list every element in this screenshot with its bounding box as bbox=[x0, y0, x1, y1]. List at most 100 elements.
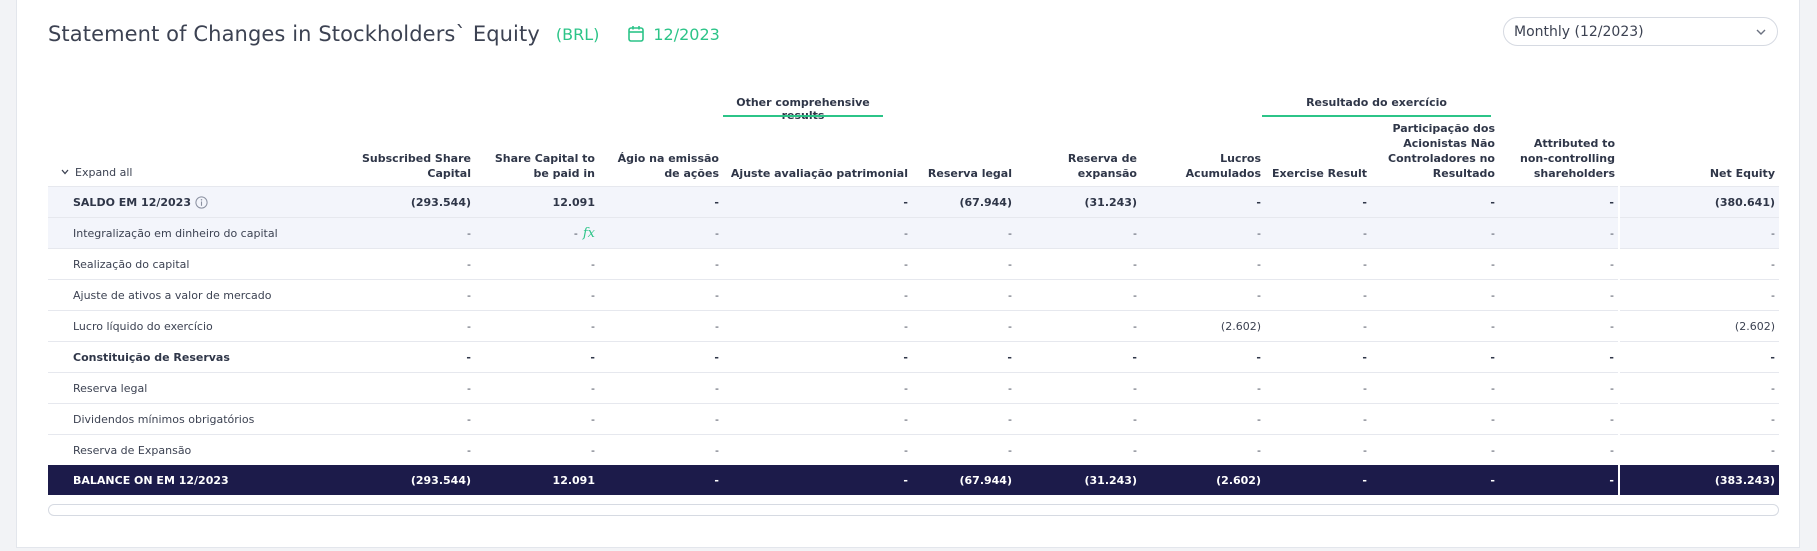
cell-value: (2.602) bbox=[1220, 319, 1261, 333]
row-label: Constituição de Reservas bbox=[48, 341, 352, 373]
cell-value: - bbox=[1610, 381, 1614, 395]
cell-value: - bbox=[1257, 443, 1261, 457]
cell-value: - bbox=[1609, 195, 1614, 209]
cell-value: - bbox=[1771, 226, 1775, 240]
period-select[interactable]: Monthly (12/2023) bbox=[1503, 17, 1778, 46]
table-cell: - bbox=[1371, 372, 1499, 404]
table-cell: - bbox=[599, 372, 723, 404]
column-header: Share Capital to be paid in bbox=[494, 152, 595, 180]
table-cell: - bbox=[1371, 217, 1499, 249]
table-cell: - bbox=[1618, 341, 1779, 373]
table-row: SALDO EM 12/2023 (293.544) 12.091 - - (67.944… bbox=[48, 186, 1779, 218]
table-cell: - bbox=[1371, 434, 1499, 465]
table-cell: 12.091 bbox=[475, 465, 599, 495]
cell-value: - bbox=[1007, 350, 1012, 364]
cell-value: - bbox=[1490, 473, 1495, 487]
table-cell: - bbox=[1141, 403, 1265, 435]
cell-value: - bbox=[591, 257, 595, 271]
column-header: Attributed to non-controlling shareholde… bbox=[1520, 137, 1615, 180]
row-label: Integralização em dinheiro do capital bbox=[48, 217, 352, 249]
table-cell: - bbox=[475, 372, 599, 404]
row-label: Reserva de Expansão bbox=[48, 434, 352, 465]
table-cell: - bbox=[475, 310, 599, 342]
expand-all-toggle[interactable]: Expand all bbox=[48, 117, 352, 187]
cell-value: - bbox=[1362, 195, 1367, 209]
cell-value: 12.091 bbox=[552, 195, 595, 209]
cell-value: - bbox=[1363, 319, 1367, 333]
cell-value: - bbox=[714, 195, 719, 209]
table-cell: - bbox=[1371, 465, 1499, 495]
cell-value: - bbox=[1771, 443, 1775, 457]
expand-all-label: Expand all bbox=[75, 165, 133, 179]
cell-value: - bbox=[467, 226, 471, 240]
cell-value: - bbox=[1771, 381, 1775, 395]
cell-value: - bbox=[591, 288, 595, 302]
table-cell: - bbox=[599, 279, 723, 311]
row-label-text: Realização do capital bbox=[73, 257, 190, 271]
table-cell: - bbox=[352, 372, 475, 404]
table-cell: - bbox=[1016, 248, 1141, 280]
cell-value: - bbox=[904, 319, 908, 333]
table-cell: - bbox=[723, 310, 912, 342]
period-select-value: Monthly (12/2023) bbox=[1514, 23, 1644, 40]
table-cell: - bbox=[1016, 279, 1141, 311]
cell-value: - bbox=[904, 288, 908, 302]
row-label-text: Constituição de Reservas bbox=[73, 350, 230, 364]
formula-icon[interactable]: fx bbox=[583, 226, 595, 241]
table-cell: - bbox=[1371, 279, 1499, 311]
cell-value: - bbox=[1133, 257, 1137, 271]
table-row: Dividendos mínimos obrigatórios - - - - - - - - -… bbox=[48, 403, 1779, 435]
horizontal-scrollbar[interactable] bbox=[48, 504, 1779, 516]
table-cell: - bbox=[1265, 186, 1371, 218]
cell-value: - bbox=[1610, 288, 1614, 302]
date-picker[interactable]: 12/2023 bbox=[627, 24, 720, 44]
table-cell: - bbox=[912, 403, 1016, 435]
info-icon[interactable] bbox=[195, 195, 208, 209]
table-cell: - bbox=[1016, 372, 1141, 404]
cell-value: - bbox=[573, 226, 578, 240]
cell-value: - bbox=[1610, 443, 1614, 457]
table-cell: - bbox=[1371, 341, 1499, 373]
cell-value: - bbox=[1133, 412, 1137, 426]
cell-value: - bbox=[1491, 288, 1495, 302]
table-cell: - bbox=[1265, 217, 1371, 249]
table-cell: - bbox=[1265, 434, 1371, 465]
table-cell: - bbox=[723, 217, 912, 249]
table-row: Integralização em dinheiro do capital - - f… bbox=[48, 217, 1779, 249]
cell-value: - bbox=[1609, 350, 1614, 364]
row-label-text: BALANCE ON EM 12/2023 bbox=[73, 473, 229, 487]
table-cell: (67.944) bbox=[912, 186, 1016, 218]
cell-value: (67.944) bbox=[959, 195, 1012, 209]
table-cell: - bbox=[1371, 248, 1499, 280]
table-cell: - fx bbox=[475, 217, 599, 249]
cell-value: - bbox=[1491, 412, 1495, 426]
cell-value: - bbox=[715, 226, 719, 240]
date-label: 12/2023 bbox=[653, 24, 720, 44]
cell-value: - bbox=[1008, 319, 1012, 333]
table-cell: - bbox=[1265, 248, 1371, 280]
cell-value: - bbox=[467, 443, 471, 457]
cell-value: - bbox=[1363, 288, 1367, 302]
cell-value: - bbox=[1770, 350, 1775, 364]
cell-value: (380.641) bbox=[1714, 195, 1775, 209]
cell-value: - bbox=[1363, 226, 1367, 240]
cell-value: - bbox=[904, 381, 908, 395]
table-cell: - bbox=[352, 310, 475, 342]
table-cell: - bbox=[1265, 465, 1371, 495]
row-label: SALDO EM 12/2023 bbox=[48, 186, 352, 218]
row-label: Lucro líquido do exercício bbox=[48, 310, 352, 342]
cell-value: - bbox=[903, 473, 908, 487]
cell-value: - bbox=[1610, 226, 1614, 240]
cell-value: (293.544) bbox=[410, 473, 471, 487]
table-cell: - bbox=[1499, 403, 1619, 435]
cell-value: - bbox=[1257, 381, 1261, 395]
cell-value: - bbox=[1256, 195, 1261, 209]
cell-value: - bbox=[1133, 443, 1137, 457]
table-cell: - bbox=[1141, 248, 1265, 280]
cell-value: - bbox=[467, 288, 471, 302]
table-cell: - bbox=[1371, 186, 1499, 218]
cell-value: - bbox=[466, 350, 471, 364]
cell-value: - bbox=[1491, 226, 1495, 240]
cell-value: - bbox=[591, 381, 595, 395]
table-cell: - bbox=[1016, 217, 1141, 249]
